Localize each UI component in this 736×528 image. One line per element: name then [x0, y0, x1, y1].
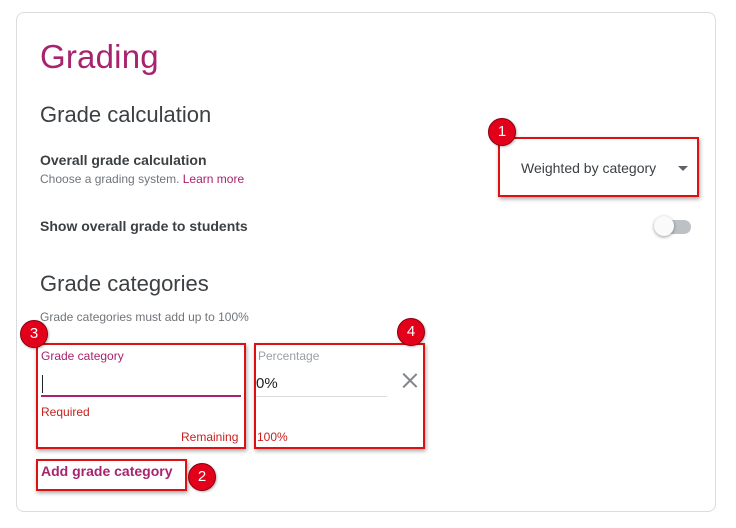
remaining-label: Remaining	[181, 430, 239, 444]
grade-categories-heading: Grade categories	[40, 271, 209, 296]
annotation-marker-1: 1	[488, 118, 516, 146]
grade-calculation-heading: Grade calculation	[40, 102, 212, 127]
percentage-label: Percentage	[258, 349, 320, 363]
annotation-marker-4: 4	[397, 318, 425, 346]
grade-category-input[interactable]	[41, 371, 241, 397]
grading-system-value[interactable]: Weighted by category	[521, 160, 656, 176]
percentage-input[interactable]	[256, 371, 387, 397]
add-grade-category-button[interactable]: Add grade category	[41, 463, 172, 479]
overall-grade-calculation-hint: Choose a grading system.	[40, 172, 180, 186]
page-title: Grading	[40, 38, 159, 75]
close-icon[interactable]	[401, 371, 419, 389]
caret-down-icon[interactable]	[678, 166, 688, 171]
text-cursor	[42, 375, 43, 393]
show-overall-grade-toggle[interactable]	[654, 216, 691, 236]
overall-grade-calculation-label: Overall grade calculation	[40, 152, 207, 168]
learn-more-link[interactable]: Learn more	[183, 172, 244, 186]
overall-grade-calculation-subtitle: Choose a grading system. Learn more	[40, 172, 244, 186]
show-overall-grade-label: Show overall grade to students	[40, 218, 248, 234]
annotation-marker-2: 2	[188, 463, 216, 491]
grade-categories-hint: Grade categories must add up to 100%	[40, 310, 249, 324]
toggle-knob	[654, 216, 674, 236]
required-error: Required	[41, 405, 90, 419]
annotation-marker-3: 3	[20, 320, 48, 348]
grade-category-label: Grade category	[41, 349, 124, 363]
remaining-percentage: 100%	[257, 430, 288, 444]
